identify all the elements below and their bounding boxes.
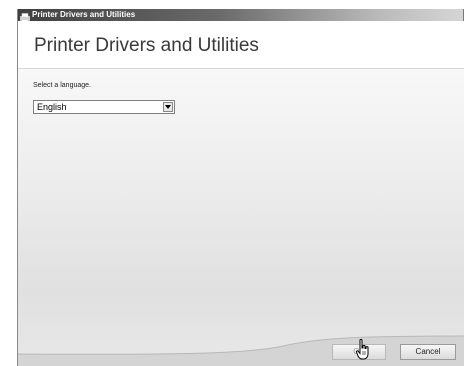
chevron-down-icon[interactable] (163, 102, 173, 112)
title-bar[interactable]: Printer Drivers and Utilities (18, 9, 464, 23)
language-select-value: English (37, 102, 67, 112)
content-area: Select a language. English OK Cancel (18, 69, 464, 366)
window-title: Printer Drivers and Utilities (32, 10, 136, 19)
header-banner: Printer Drivers and Utilities (18, 21, 464, 69)
hand-pointer-icon (356, 339, 369, 360)
installer-window: Printer Drivers and Utilities Printer Dr… (17, 9, 464, 366)
footer-decoration (18, 335, 464, 366)
printer-app-icon (20, 10, 30, 23)
cancel-button[interactable]: Cancel (400, 344, 456, 360)
language-select[interactable]: English (33, 100, 175, 114)
page-title: Printer Drivers and Utilities (34, 35, 259, 56)
language-prompt: Select a language. (33, 82, 91, 89)
